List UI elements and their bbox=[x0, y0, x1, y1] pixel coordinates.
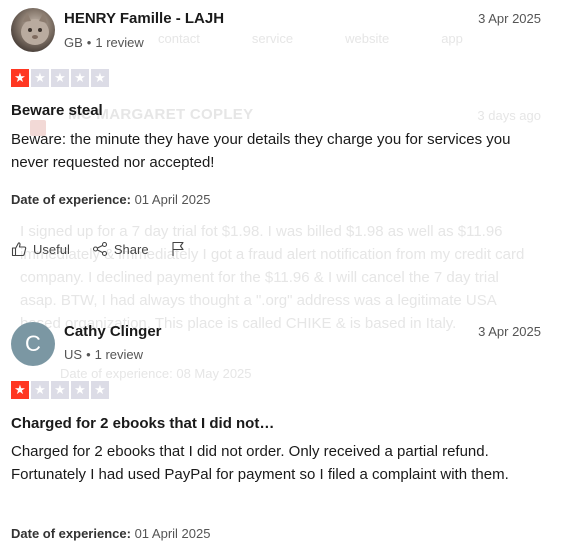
experience-date: Date of experience: 01 April 2025 bbox=[11, 192, 210, 207]
experience-label: Date of experience: bbox=[11, 192, 131, 207]
ghost-nav-item: contact bbox=[158, 31, 200, 46]
review-title[interactable]: Beware steal bbox=[11, 102, 103, 119]
star-icon: ★ bbox=[51, 69, 69, 87]
reviewer-meta: GB • 1 review bbox=[64, 35, 144, 50]
review-date: 3 Apr 2025 bbox=[478, 11, 541, 26]
star-icon: ★ bbox=[71, 381, 89, 399]
ghost-experience-date: Date of experience: 08 May 2025 bbox=[60, 366, 252, 381]
useful-button[interactable]: Useful bbox=[11, 241, 70, 257]
review-date: 3 Apr 2025 bbox=[478, 324, 541, 339]
review-actions: Useful Share bbox=[11, 241, 207, 257]
star-rating: ★ ★ ★ ★ ★ bbox=[11, 69, 109, 87]
ghost-nav-item: website bbox=[345, 31, 390, 46]
star-icon: ★ bbox=[11, 69, 29, 87]
star-icon: ★ bbox=[71, 69, 89, 87]
reviewer-name[interactable]: HENRY Famille - LAJH bbox=[64, 10, 224, 27]
reviewer-country: GB bbox=[64, 35, 83, 50]
review-title[interactable]: Charged for 2 ebooks that I did not… bbox=[11, 415, 274, 432]
ghost-review-date: 3 days ago bbox=[477, 108, 541, 123]
reviewer-country: US bbox=[64, 347, 83, 362]
cat-photo-icon bbox=[21, 12, 49, 45]
star-icon: ★ bbox=[91, 381, 109, 399]
star-icon: ★ bbox=[31, 381, 49, 399]
share-button[interactable]: Share bbox=[92, 241, 149, 257]
star-rating: ★ ★ ★ ★ ★ bbox=[11, 381, 109, 399]
ghost-nav-item: app bbox=[441, 31, 463, 46]
experience-label: Date of experience: bbox=[11, 526, 131, 541]
reviewer-review-count: 1 review bbox=[95, 35, 144, 50]
star-icon: ★ bbox=[11, 381, 29, 399]
share-icon bbox=[92, 241, 107, 257]
share-label: Share bbox=[113, 241, 149, 257]
experience-date: Date of experience: 01 April 2025 bbox=[11, 526, 210, 541]
thumbs-up-icon bbox=[11, 242, 27, 257]
star-icon: ★ bbox=[51, 381, 69, 399]
review-body: Charged for 2 ebooks that I did not orde… bbox=[11, 443, 509, 483]
report-button[interactable] bbox=[171, 241, 185, 257]
ghost-nav-item: service bbox=[251, 31, 294, 46]
reviewer-name[interactable]: Cathy Clinger bbox=[64, 323, 162, 340]
experience-value: 01 April 2025 bbox=[134, 526, 211, 541]
review-body: Beware: the minute they have your detail… bbox=[11, 131, 511, 171]
reviewer-review-count: 1 review bbox=[94, 347, 144, 362]
useful-label: Useful bbox=[33, 241, 70, 257]
star-icon: ★ bbox=[31, 69, 49, 87]
ghost-review-body: I signed up for a 7 day trial fot $1.98.… bbox=[20, 223, 525, 332]
star-icon: ★ bbox=[91, 69, 109, 87]
reviewer-meta: US • 1 review bbox=[64, 347, 143, 362]
separator-dot: • bbox=[86, 347, 91, 362]
separator-dot: • bbox=[86, 35, 92, 50]
ghost-nav: contact service website app bbox=[158, 31, 515, 46]
avatar[interactable]: C bbox=[11, 322, 55, 366]
flag-icon bbox=[172, 241, 184, 256]
avatar[interactable] bbox=[11, 8, 55, 52]
experience-value: 01 April 2025 bbox=[134, 192, 211, 207]
